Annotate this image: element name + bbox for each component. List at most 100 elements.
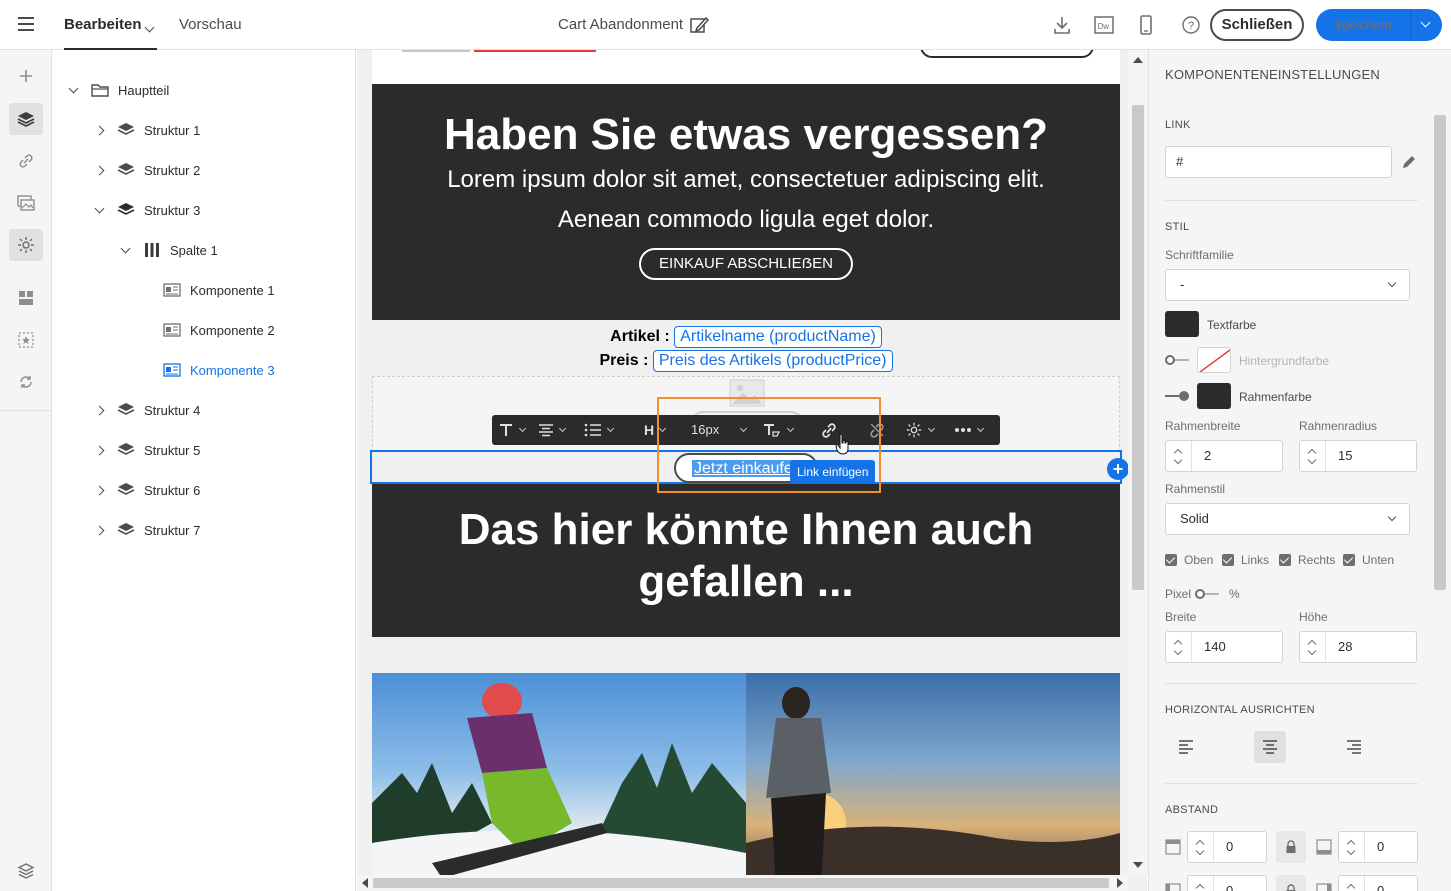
border-style-select[interactable]: Solid xyxy=(1165,503,1410,535)
padding-right-value[interactable]: 0 xyxy=(1377,876,1384,891)
unit-toggle[interactable] xyxy=(1195,589,1219,599)
padding-lock-button-2[interactable] xyxy=(1276,875,1306,891)
align-center-button[interactable] xyxy=(1254,731,1286,763)
mobile-preview-icon[interactable] xyxy=(1135,14,1157,36)
padding-top-stepper[interactable]: 0 xyxy=(1187,831,1267,863)
tree-item-komponente-3[interactable]: Komponente 3 xyxy=(162,350,275,390)
menu-icon[interactable] xyxy=(18,17,34,31)
close-button[interactable]: Schließen xyxy=(1210,9,1304,41)
recommendation-block[interactable]: Das hier könnte Ihnen auch gefallen ... xyxy=(372,484,1120,637)
add-component-icon[interactable]: + xyxy=(1107,458,1129,480)
padding-right-stepper[interactable]: 0 xyxy=(1338,875,1418,891)
image-gallery-icon[interactable] xyxy=(9,187,43,219)
link-input[interactable]: # xyxy=(1165,146,1392,178)
background-color-toggle[interactable] xyxy=(1165,355,1189,365)
tree-item-struktur-7[interactable]: Struktur 7 xyxy=(92,510,200,550)
height-stepper[interactable]: 28 xyxy=(1299,631,1417,663)
canvas-vertical-scrollbar[interactable] xyxy=(1128,50,1148,876)
decrement-icon[interactable] xyxy=(1307,646,1317,656)
personalization-dropdown[interactable] xyxy=(905,415,936,445)
tree-item-struktur-6[interactable]: Struktur 6 xyxy=(92,470,200,510)
panel-scrollbar[interactable] xyxy=(1434,100,1446,890)
checkbox-top[interactable]: Oben xyxy=(1165,553,1213,567)
checkbox-bottom[interactable]: Unten xyxy=(1343,553,1394,567)
product-info[interactable]: Artikel : Artikelname (productName) Prei… xyxy=(372,320,1120,376)
border-radius-stepper[interactable]: 15 xyxy=(1299,440,1417,472)
width-value[interactable]: 140 xyxy=(1204,632,1226,662)
more-options-button[interactable] xyxy=(954,415,985,445)
add-icon[interactable] xyxy=(9,60,43,92)
tree-item-struktur-1[interactable]: Struktur 1 xyxy=(92,110,200,150)
tab-preview[interactable]: Vorschau xyxy=(179,0,242,50)
layers-icon[interactable] xyxy=(9,103,43,135)
tab-edit-chevron-icon[interactable] xyxy=(144,18,155,36)
product-price-token[interactable]: Preis des Artikels (productPrice) xyxy=(652,350,893,372)
background-color-swatch[interactable] xyxy=(1197,347,1231,373)
border-width-stepper[interactable]: 2 xyxy=(1165,440,1283,472)
help-icon[interactable]: ? xyxy=(1180,14,1202,36)
border-width-value[interactable]: 2 xyxy=(1204,441,1211,471)
font-family-select[interactable]: - xyxy=(1165,269,1410,301)
hiker-photo[interactable] xyxy=(746,673,1120,891)
decrement-icon[interactable] xyxy=(1307,455,1317,465)
tree-item-struktur-3[interactable]: Struktur 3 xyxy=(92,190,200,230)
scroll-right-icon[interactable] xyxy=(1117,878,1123,888)
product-name-token[interactable]: Artikelname (productName) xyxy=(674,326,882,348)
scrollbar-thumb[interactable] xyxy=(1434,115,1446,590)
padding-left-value[interactable]: 0 xyxy=(1226,876,1233,891)
text-color-swatch[interactable] xyxy=(1165,311,1199,337)
list-dropdown[interactable] xyxy=(584,415,615,445)
tree-item-struktur-4[interactable]: Struktur 4 xyxy=(92,390,200,430)
padding-left-stepper[interactable]: 0 xyxy=(1187,875,1267,891)
download-icon[interactable] xyxy=(1051,14,1073,36)
complete-purchase-button[interactable]: EINKAUF ABSCHLIEẞEN xyxy=(639,248,853,280)
tab-edit[interactable]: Bearbeiten xyxy=(64,0,157,50)
padding-lock-button[interactable] xyxy=(1276,831,1306,863)
snowboard-photo[interactable] xyxy=(372,673,746,891)
sync-icon[interactable] xyxy=(9,366,43,398)
settings-icon[interactable] xyxy=(9,855,43,887)
scroll-left-icon[interactable] xyxy=(362,878,368,888)
scroll-down-icon[interactable] xyxy=(1133,862,1143,868)
save-button[interactable]: Speichern xyxy=(1316,9,1442,41)
text-style-dropdown[interactable] xyxy=(498,415,527,445)
chevron-down-icon[interactable] xyxy=(118,243,132,253)
scrollbar-thumb[interactable] xyxy=(373,878,1109,888)
tree-item-root[interactable]: Hauptteil xyxy=(66,70,169,110)
edit-title-icon[interactable] xyxy=(688,14,710,36)
header-button[interactable] xyxy=(920,50,1094,58)
border-radius-value[interactable]: 15 xyxy=(1338,441,1352,471)
pencil-icon[interactable] xyxy=(1401,154,1417,170)
tree-item-spalte-1[interactable]: Spalte 1 xyxy=(118,230,218,270)
padding-top-value[interactable]: 0 xyxy=(1226,832,1233,862)
fragment-icon[interactable] xyxy=(9,324,43,356)
decrement-icon[interactable] xyxy=(1173,646,1183,656)
scrollbar-thumb[interactable] xyxy=(1132,105,1144,590)
align-right-button[interactable] xyxy=(1338,731,1370,763)
chevron-right-icon[interactable] xyxy=(92,525,106,535)
dreamweaver-icon[interactable]: Dw xyxy=(1093,14,1115,36)
document-title[interactable]: Cart Abandonment xyxy=(558,0,683,50)
chevron-down-icon[interactable] xyxy=(66,83,80,93)
border-color-swatch[interactable] xyxy=(1197,383,1231,409)
chevron-right-icon[interactable] xyxy=(92,125,106,135)
tree-item-struktur-2[interactable]: Struktur 2 xyxy=(92,150,200,190)
border-color-toggle[interactable] xyxy=(1165,391,1189,401)
personalization-icon[interactable] xyxy=(9,229,43,261)
scroll-up-icon[interactable] xyxy=(1133,57,1143,63)
decrement-icon[interactable] xyxy=(1346,846,1356,856)
align-left-button[interactable] xyxy=(1170,731,1202,763)
align-dropdown[interactable] xyxy=(538,415,567,445)
checkbox-right[interactable]: Rechts xyxy=(1279,553,1335,567)
canvas-horizontal-scrollbar[interactable] xyxy=(357,875,1128,891)
padding-bottom-value[interactable]: 0 xyxy=(1377,832,1384,862)
chevron-right-icon[interactable] xyxy=(92,445,106,455)
tree-item-komponente-1[interactable]: Komponente 1 xyxy=(162,270,275,310)
chevron-right-icon[interactable] xyxy=(92,485,106,495)
save-dropdown-button[interactable] xyxy=(1410,9,1442,41)
chevron-right-icon[interactable] xyxy=(92,405,106,415)
height-value[interactable]: 28 xyxy=(1338,632,1352,662)
structure-icon[interactable] xyxy=(9,282,43,314)
chevron-right-icon[interactable] xyxy=(92,165,106,175)
decrement-icon[interactable] xyxy=(1173,455,1183,465)
